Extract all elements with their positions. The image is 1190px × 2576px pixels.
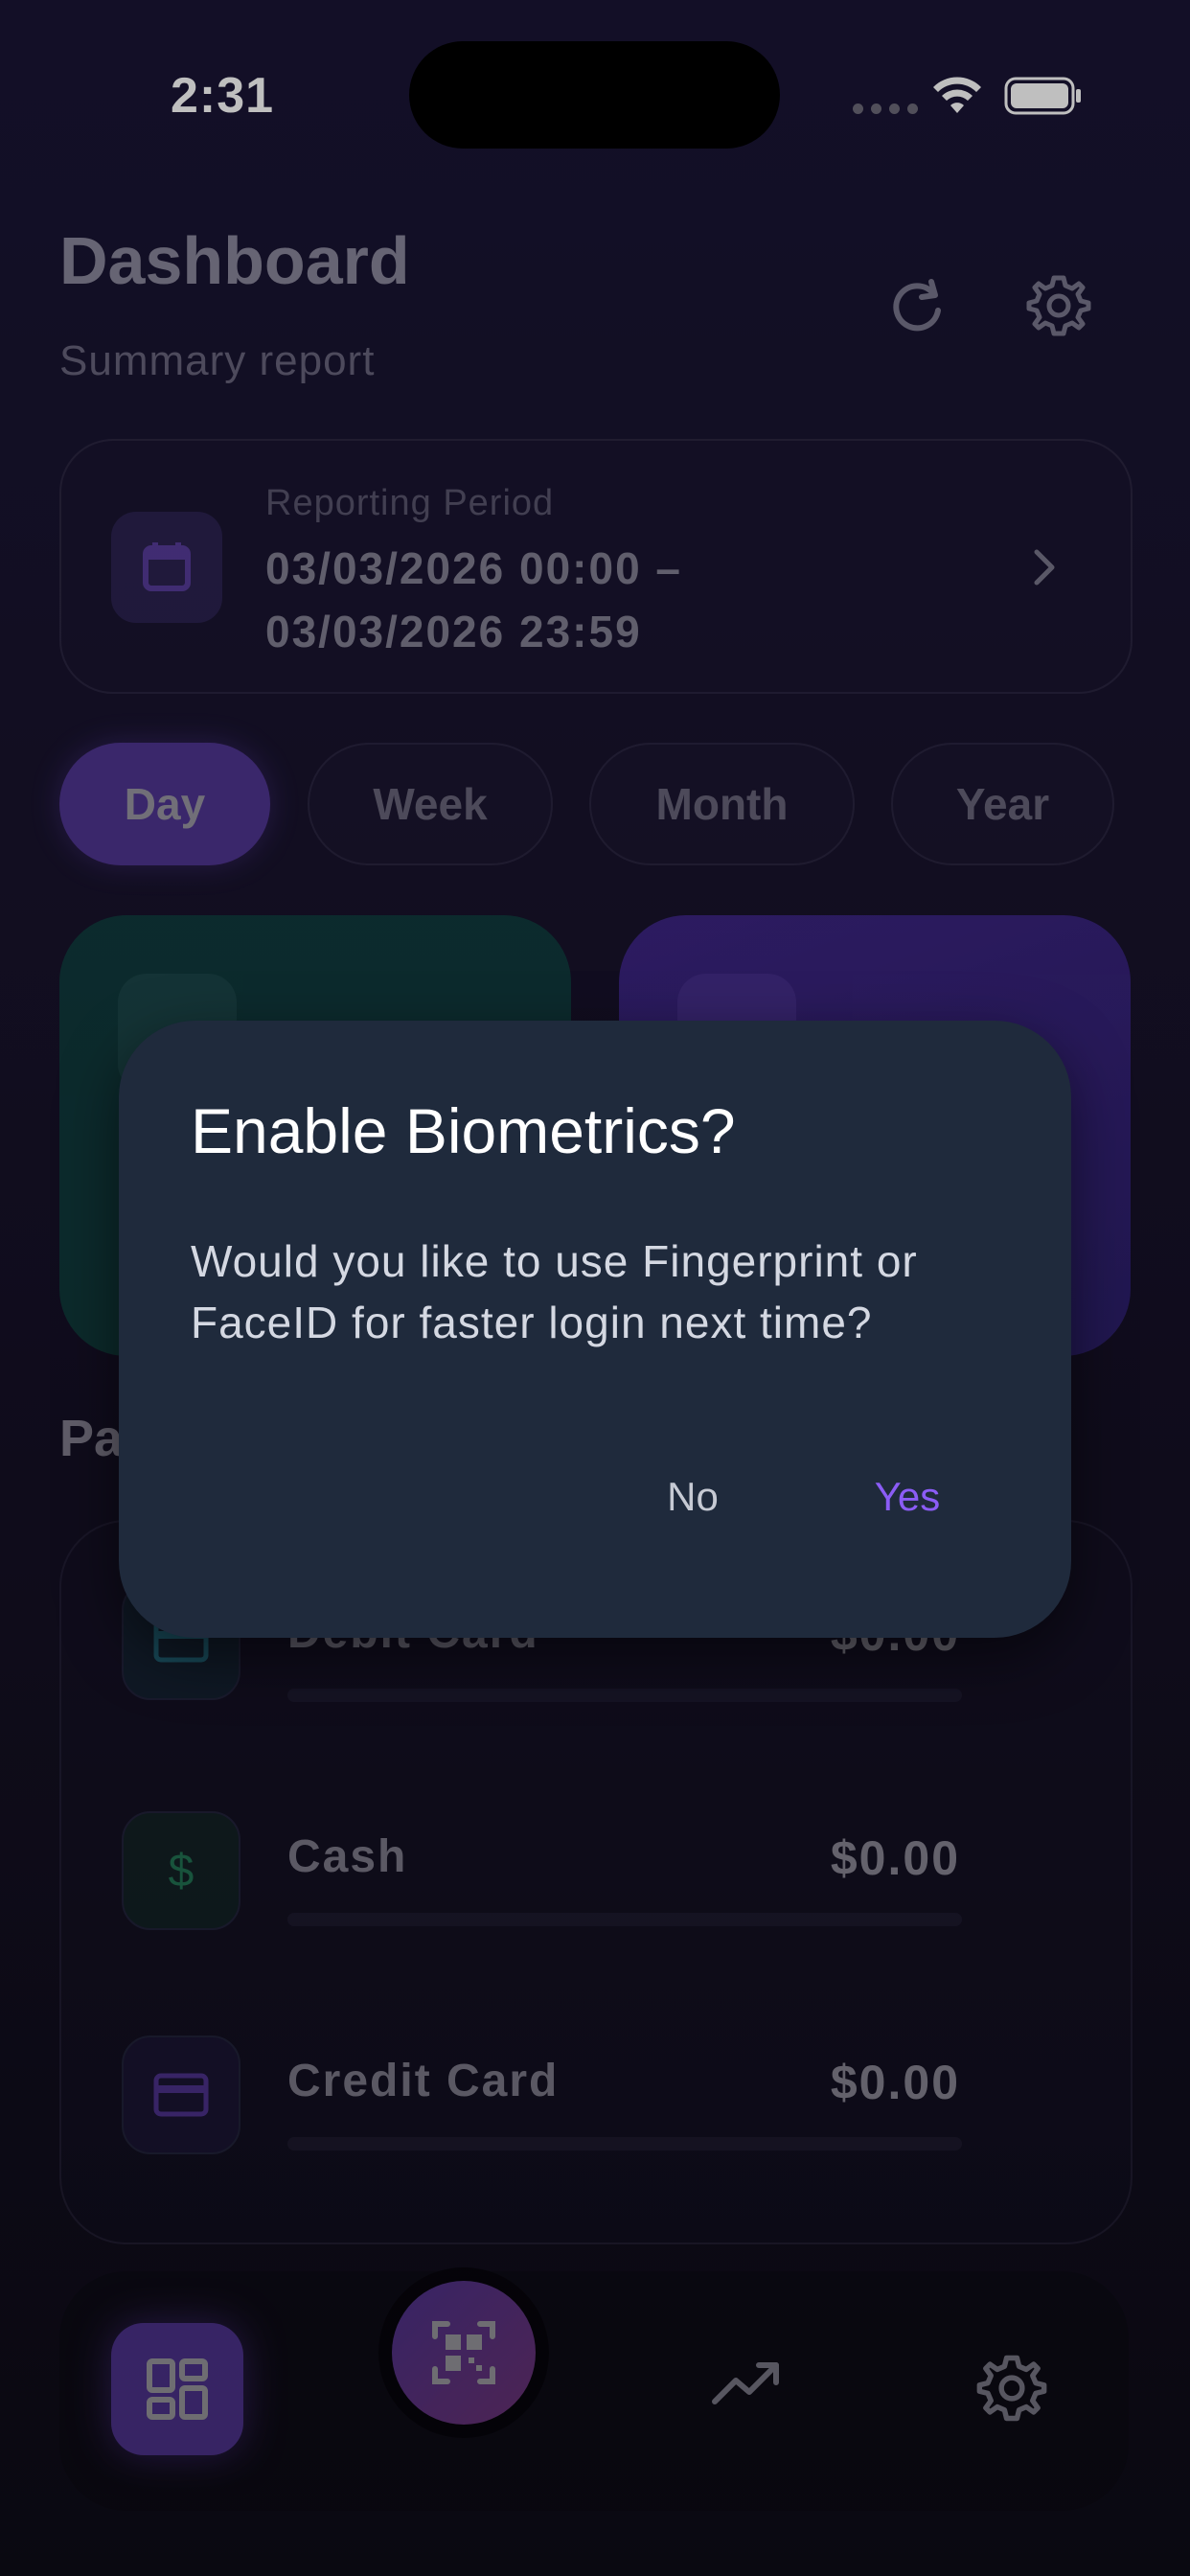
no-button[interactable]: No [644,1468,742,1526]
yes-button[interactable]: Yes [855,1468,960,1526]
dialog-message: Would you like to use Fingerprint or Fac… [191,1236,918,1347]
dialog-title: Enable Biometrics? [191,1095,736,1166]
